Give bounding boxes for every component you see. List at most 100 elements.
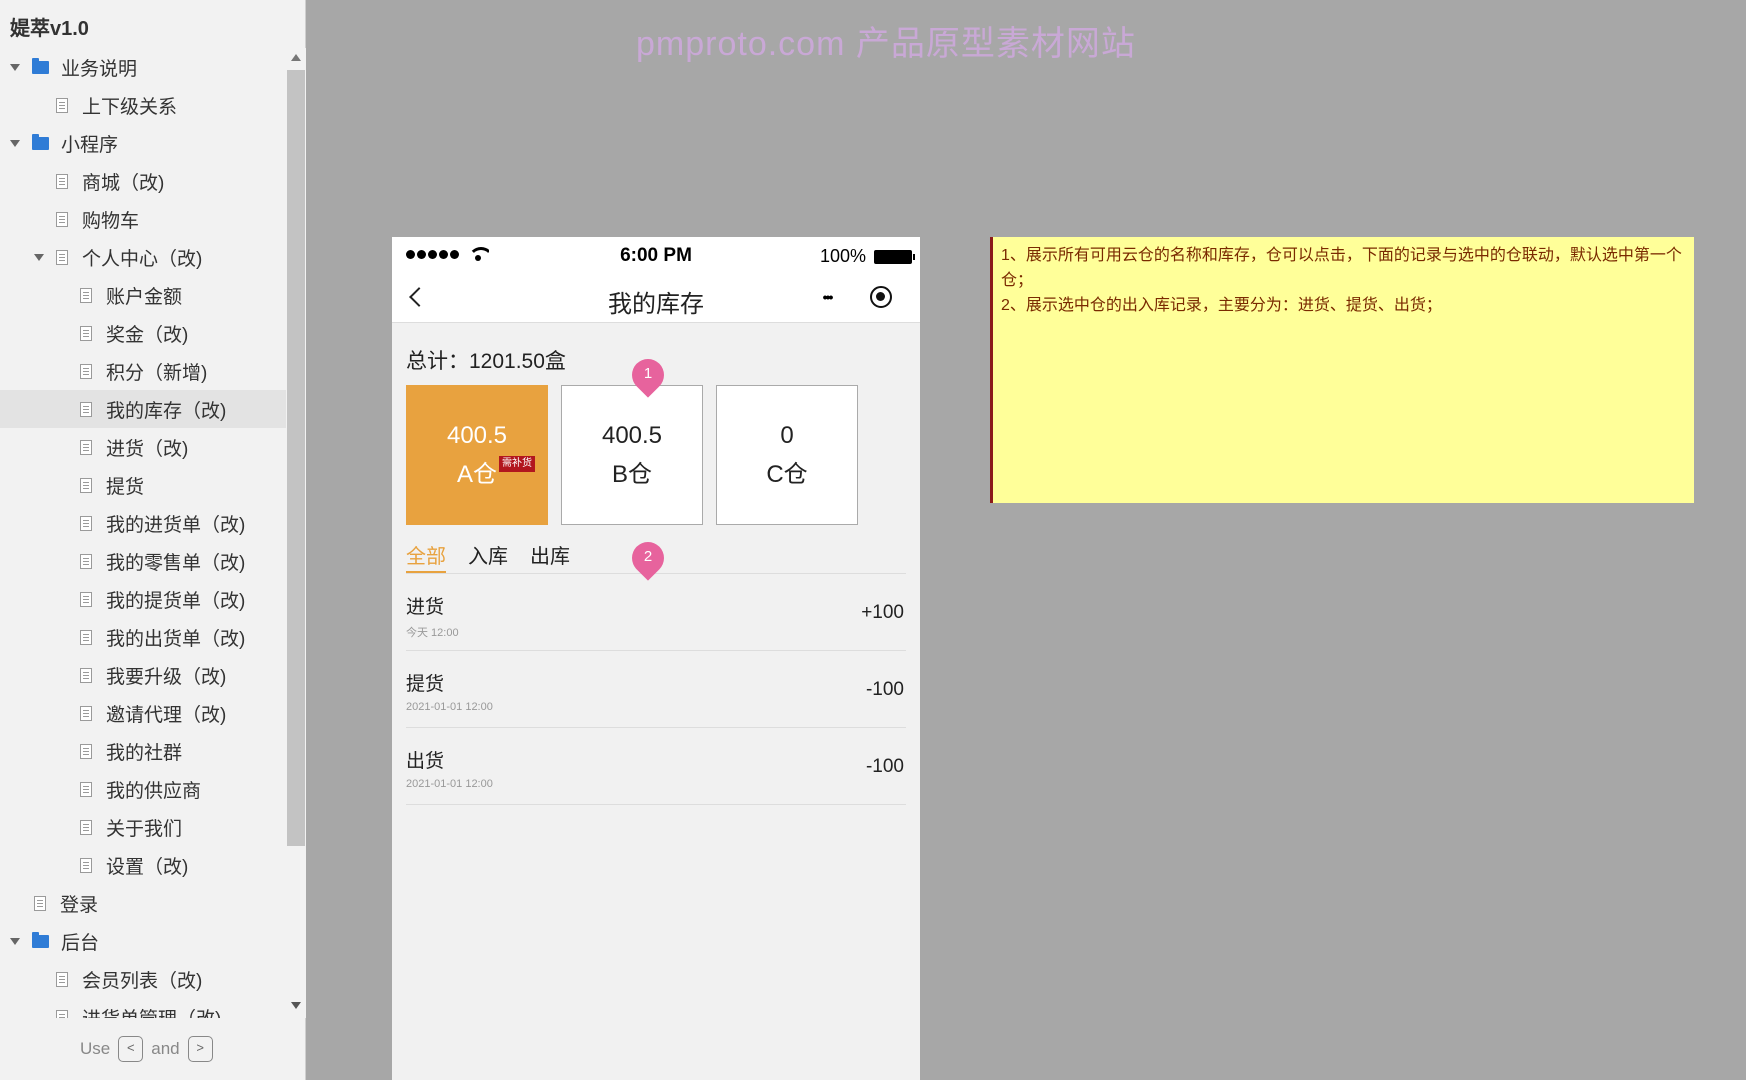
annotation-pin-1[interactable]: 1 (625, 352, 671, 398)
sidebar-item[interactable]: 我的出货单（改) (0, 618, 286, 656)
record-time: 2021-01-01 12:00 (406, 778, 493, 790)
record-time: 今天 12:00 (406, 627, 459, 639)
app-title: 媞萃v1.0 (10, 18, 89, 40)
warehouse-qty: 400.5 (601, 421, 663, 449)
folder-icon (32, 57, 49, 74)
record-row[interactable]: 出货 2021-01-01 12:00 -100 (406, 728, 906, 805)
sidebar-item-label: 我的库存（改) (106, 400, 227, 422)
scroll-thumb[interactable] (287, 70, 305, 846)
sidebar-item-label: 上下级关系 (82, 96, 178, 118)
sidebar-item[interactable]: 商城（改) (0, 162, 286, 200)
sidebar-item-label: 业务说明 (61, 58, 138, 80)
sidebar-item-label: 我的提货单（改) (106, 590, 246, 612)
sidebar-item[interactable]: 会员列表（改) (0, 960, 286, 998)
record-row[interactable]: 进货 今天 12:00 +100 (406, 574, 906, 651)
sidebar-item-label: 进货单管理（改) (82, 1004, 221, 1019)
page-icon (80, 439, 92, 455)
sidebar-item[interactable]: 购物车 (0, 200, 286, 238)
hint-and-text: and (151, 1039, 180, 1058)
sidebar-item[interactable]: 个人中心（改) (0, 238, 286, 276)
sidebar-item[interactable]: 业务说明 (0, 48, 286, 86)
page-icon (80, 857, 92, 873)
scroll-up-arrow-icon[interactable] (291, 54, 301, 61)
record-row[interactable]: 提货 2021-01-01 12:00 -100 (406, 651, 906, 728)
expand-arrow-icon[interactable] (10, 138, 20, 148)
tab-outbound[interactable]: 出库 (530, 540, 570, 573)
tab-inbound[interactable]: 入库 (468, 540, 508, 573)
sidebar-item-label: 购物车 (82, 210, 140, 232)
page-icon (80, 401, 92, 417)
record-amount: -100 (865, 756, 904, 777)
page-icon (80, 515, 92, 531)
more-icon[interactable]: ••• (812, 290, 842, 304)
record-time: 2021-01-01 12:00 (406, 701, 493, 713)
page-icon (56, 971, 68, 987)
sidebar-item[interactable]: 登录 (0, 884, 286, 922)
sidebar-item-label: 我的零售单（改) (106, 552, 246, 574)
sidebar-item[interactable]: 进货单管理（改) (0, 998, 286, 1018)
sidebar-item-label: 会员列表（改) (82, 970, 203, 992)
nav-bar: 我的库存 ••• (392, 273, 920, 323)
sidebar-item-label: 设置（改) (106, 856, 189, 878)
sidebar-item-label: 积分（新增) (106, 362, 208, 384)
page-icon (80, 667, 92, 683)
sidebar-scrollbar[interactable] (286, 48, 306, 1018)
page-icon (56, 1009, 68, 1018)
pin-number: 2 (643, 548, 653, 565)
warehouse-card-c[interactable]: 0 C仓 (716, 385, 858, 525)
sidebar-item[interactable]: 小程序 (0, 124, 286, 162)
sidebar-item[interactable]: 我的库存（改) (0, 390, 286, 428)
page-icon (80, 553, 92, 569)
sidebar-item[interactable]: 积分（新增) (0, 352, 286, 390)
warehouse-qty: 0 (780, 421, 794, 449)
note-line-1: 1、展示所有可用云仓的名称和库存，仓可以点击，下面的记录与选中的仓联动，默认选中… (1001, 247, 1682, 289)
inventory-total: 总计：1201.50盒 (406, 350, 566, 373)
expand-arrow-icon[interactable] (34, 252, 44, 262)
warehouse-name: B仓 (611, 460, 652, 488)
record-type: 提货 (406, 674, 445, 695)
sidebar-item[interactable]: 我的提货单（改) (0, 580, 286, 618)
page-icon (80, 363, 92, 379)
page-icon (56, 173, 68, 189)
warehouse-card-b[interactable]: 400.5 B仓 (561, 385, 703, 525)
expand-arrow-icon[interactable] (10, 936, 20, 946)
record-amount: +100 (861, 602, 904, 623)
prev-key-icon: < (118, 1036, 144, 1062)
sidebar-item[interactable]: 我的供应商 (0, 770, 286, 808)
note-line-2: 2、展示选中仓的出入库记录，主要分为：进货、提货、出货； (1001, 297, 1442, 314)
warehouse-qty: 400.5 (446, 421, 508, 449)
scroll-down-arrow-icon[interactable] (291, 1002, 301, 1009)
sidebar-item[interactable]: 进货（改) (0, 428, 286, 466)
sidebar-item-label: 商城（改) (82, 172, 165, 194)
sidebar-item-label: 邀请代理（改) (106, 704, 227, 726)
hint-use-text: Use (80, 1039, 111, 1058)
folder-icon (32, 931, 49, 948)
sidebar-item[interactable]: 上下级关系 (0, 86, 286, 124)
expand-arrow-icon[interactable] (10, 62, 20, 72)
close-target-icon[interactable] (870, 286, 892, 308)
sidebar-item[interactable]: 关于我们 (0, 808, 286, 846)
sidebar-item[interactable]: 我的社群 (0, 732, 286, 770)
sitemap-sidebar: 媞萃v1.0 业务说明上下级关系小程序商城（改) 购物车个人中心（改) 账户金额 奖金… (0, 0, 306, 1080)
page-icon (80, 705, 92, 721)
sidebar-item[interactable]: 提货 (0, 466, 286, 504)
battery-percent: 100% (819, 246, 866, 266)
page-icon (80, 629, 92, 645)
sidebar-item[interactable]: 奖金（改) (0, 314, 286, 352)
page-icon (80, 287, 92, 303)
mini-program-capsule: ••• (798, 279, 906, 315)
page-icon (80, 325, 92, 341)
sidebar-item-label: 我的进货单（改) (106, 514, 246, 536)
sidebar-item[interactable]: 账户金额 (0, 276, 286, 314)
sidebar-item[interactable]: 我的进货单（改) (0, 504, 286, 542)
sidebar-item[interactable]: 设置（改) (0, 846, 286, 884)
tab-all[interactable]: 全部 (406, 540, 446, 573)
phone-prototype: 6:00 PM 100% 我的库存 ••• 总计：1201.50盒 400.5 … (392, 237, 920, 1080)
sidebar-item[interactable]: 我的零售单（改) (0, 542, 286, 580)
status-bar: 6:00 PM 100% (392, 237, 920, 273)
warehouse-card-a[interactable]: 400.5 A仓 需补货 (406, 385, 548, 525)
keyboard-hint: Use < and > (80, 1036, 213, 1062)
sidebar-item[interactable]: 我要升级（改) (0, 656, 286, 694)
sidebar-item[interactable]: 邀请代理（改) (0, 694, 286, 732)
sidebar-item[interactable]: 后台 (0, 922, 286, 960)
